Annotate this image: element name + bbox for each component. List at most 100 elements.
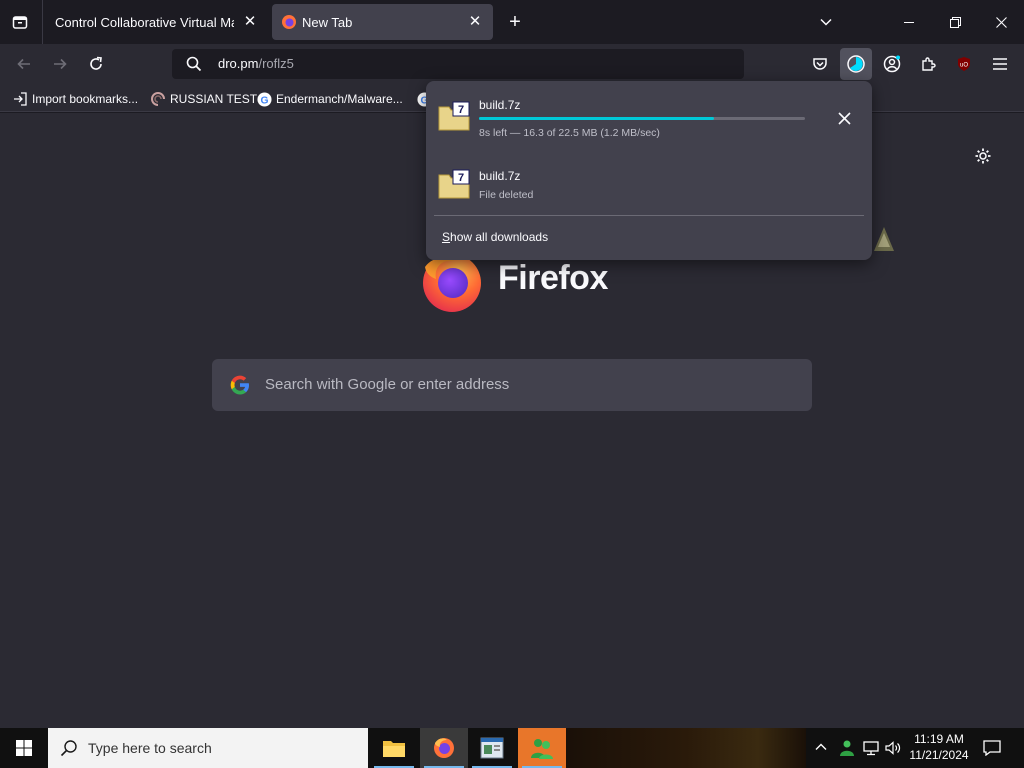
taskbar-search-box[interactable]: Type here to search [48,728,368,768]
bookmark-russian-test[interactable]: RUSSIAN TEST [150,90,257,108]
svg-text:7: 7 [458,104,464,116]
newtab-search-placeholder: Search with Google or enter address [265,376,510,393]
download-filename: build.7z [479,169,521,183]
folder-icon [383,741,405,757]
windows-logo-icon [16,740,32,756]
svg-text:G: G [260,95,268,106]
gear-icon [975,148,991,164]
download-item[interactable]: 7 build.7z 8s left — 16.3 of 22.5 MB (1.… [434,89,864,149]
bookmark-import[interactable]: Import bookmarks... [12,90,138,108]
app-menu-button[interactable] [984,48,1016,80]
taskbar-firefox[interactable] [420,728,468,768]
sponsored-tile-icon [872,225,896,255]
import-icon [12,91,28,107]
arrow-left-icon [17,58,30,70]
cancel-download-button[interactable] [832,106,856,130]
svg-text:uO: uO [960,63,968,69]
network-icon[interactable] [862,739,880,757]
close-window-button[interactable] [978,0,1024,44]
customize-button[interactable] [970,143,996,169]
7z-archive-icon: 7 [438,101,470,131]
show-all-label: how all downloads [450,230,549,244]
show-hidden-icons-button[interactable] [814,740,830,756]
close-icon[interactable]: ✕ [242,14,258,30]
notification-center-button[interactable] [980,739,1004,757]
url-bar[interactable]: dro.pm/roflz5 [172,49,744,79]
show-all-downloads-button[interactable]: Show all downloads [442,230,548,244]
spiral-icon [150,91,166,107]
window-app-icon [480,737,504,759]
panel-separator [434,215,864,216]
tab-list-button[interactable] [6,8,34,36]
download-filename: build.7z [479,98,521,112]
newtab-search-box[interactable]: Search with Google or enter address [212,359,812,411]
clock-time: 11:19 AM [914,732,964,746]
tab-label: Control Collaborative Virtual Machin [55,14,234,30]
tab-label: New Tab [302,14,353,30]
tab-bar: Control Collaborative Virtual Machin ✕ N… [0,0,1024,44]
account-button[interactable] [876,48,908,80]
minimize-button[interactable] [886,0,932,44]
download-progress-fill [479,117,714,120]
notification-icon [983,740,1001,756]
ublock-button[interactable]: uO [948,48,980,80]
tab-new-tab[interactable]: New Tab ✕ [272,4,493,40]
bookmark-label: Import bookmarks... [32,92,139,106]
close-icon [995,16,1007,28]
firefox-wordmark: Firefox [498,259,608,297]
forward-button[interactable] [44,48,76,80]
clock-date: 11/21/2024 [909,748,969,762]
taskbar-file-explorer[interactable] [370,728,418,768]
url-domain: dro.pm [218,56,259,71]
volume-icon[interactable] [884,739,902,757]
bookmark-label: RUSSIAN TEST [170,92,258,106]
7z-archive-icon: 7 [438,169,470,199]
extensions-button[interactable] [912,48,944,80]
windows-taskbar: Type here to search 11:19 AM 11/21/2024 [0,728,1024,768]
chevron-down-icon [820,18,832,26]
people-icon [531,739,553,759]
downloads-button[interactable] [840,48,872,80]
firefox-favicon-icon [281,14,297,30]
account-icon [883,55,901,73]
search-icon [60,740,77,757]
puzzle-icon [922,57,936,71]
tab-separator [42,0,43,44]
bookmark-endermanch[interactable]: G Endermanch/Malware... [256,90,403,108]
firefox-logo-icon [423,254,481,312]
google-icon [230,375,249,395]
ublock-origin-icon: uO [958,57,970,71]
restore-button[interactable] [932,0,978,44]
desktop-wallpaper-strip [566,728,806,768]
download-status: File deleted [479,189,534,201]
new-tab-button[interactable]: + [502,8,528,36]
firefox-logo [420,253,484,313]
hamburger-menu-icon [993,58,1007,70]
firefox-icon [434,738,454,758]
url-text[interactable]: dro.pm/roflz5 [218,56,294,71]
svg-text:7: 7 [458,172,464,184]
show-all-mnemonic: S [442,230,451,244]
chevron-up-icon [815,743,827,750]
download-progress-bar [479,117,805,120]
taskbar-app-window[interactable] [468,728,516,768]
downloads-panel: 7 build.7z 8s left — 16.3 of 22.5 MB (1.… [426,81,872,260]
url-path: /roflz5 [258,56,294,71]
reload-button[interactable] [80,48,112,80]
search-icon [186,56,202,72]
pocket-icon [813,58,827,70]
close-icon[interactable]: ✕ [467,14,483,30]
clock[interactable]: 11:19 AM 11/21/2024 [904,731,974,765]
bookmark-label: Endermanch/Malware... [276,92,403,106]
tab-control-collaborative[interactable]: Control Collaborative Virtual Machin ✕ [44,4,268,40]
start-button[interactable] [0,728,48,768]
tray-people-icon[interactable] [838,739,856,757]
navigation-toolbar: dro.pm/roflz5 uO [0,44,1024,84]
download-item[interactable]: 7 build.7z File deleted [434,157,864,217]
download-progress-icon [847,55,865,73]
taskbar-people-app[interactable] [518,728,566,768]
back-button[interactable] [8,48,40,80]
list-all-tabs-button[interactable] [812,8,840,36]
pocket-button[interactable] [804,48,836,80]
reload-icon [90,56,102,70]
